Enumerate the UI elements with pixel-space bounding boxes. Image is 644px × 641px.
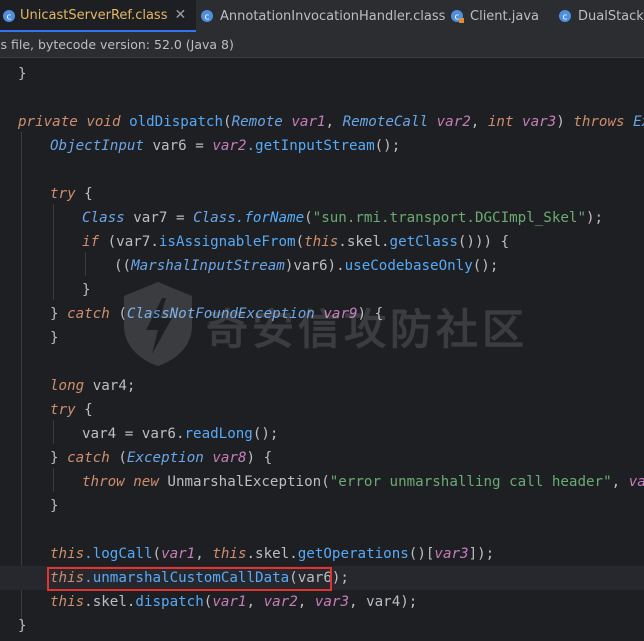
tab-unicastserverref[interactable]: c UnicastServerRef.class ✕	[0, 0, 196, 32]
svg-text:c: c	[455, 13, 460, 23]
code-line: long var4;	[50, 378, 136, 394]
code-line: } catch (ClassNotFoundException var9) {	[50, 306, 384, 322]
class-file-icon: c	[559, 10, 571, 23]
tab-label: Client.java	[470, 8, 540, 24]
code-line: try {	[50, 402, 93, 418]
tab-dualstack[interactable]: c DualStackPl	[558, 0, 644, 32]
code-editor[interactable]: } private void oldDispatch(Remote var1, …	[0, 58, 644, 641]
code-line: throw new UnmarshalException("error unma…	[82, 474, 644, 490]
code-line: }	[82, 282, 91, 298]
tab-label: AnnotationInvocationHandler.class	[220, 8, 446, 24]
code-line: Class var7 = Class.forName("sun.rmi.tran…	[82, 210, 604, 226]
class-file-icon: c	[3, 10, 15, 23]
code-line: }	[18, 618, 27, 634]
decompiled-file-info-bar: ss file, bytecode version: 52.0 (Java 8)	[0, 32, 644, 58]
java-class-icon: c	[451, 10, 464, 23]
svg-text:c: c	[205, 13, 210, 23]
code-line: } catch (Exception var8) {	[50, 450, 273, 466]
tab-label: DualStackPl	[578, 8, 644, 24]
code-line: ((MarshalInputStream)var6).useCodebaseOn…	[114, 258, 499, 274]
svg-text:c: c	[563, 13, 568, 23]
code-line: private void oldDispatch(Remote var1, Re…	[18, 114, 644, 130]
code-line: if (var7.isAssignableFrom(this.skel.getC…	[82, 234, 510, 250]
code-line: var4 = var6.readLong();	[82, 426, 279, 442]
code-line: this.skel.dispatch(var1, var2, var3, var…	[50, 594, 418, 610]
tab-label: UnicastServerRef.class	[20, 7, 168, 23]
bytecode-version-text: ss file, bytecode version: 52.0 (Java 8)	[0, 37, 234, 52]
class-file-icon: c	[201, 10, 213, 23]
editor-tab-bar: c UnicastServerRef.class ✕ c AnnotationI…	[0, 0, 644, 33]
highlight-annotation-box	[47, 567, 332, 591]
code-line: this.logCall(var1, this.skel.getOperatio…	[50, 546, 495, 562]
tab-annotationinvocationhandler[interactable]: c AnnotationInvocationHandler.class	[200, 0, 445, 32]
code-line: ObjectInput var6 = var2.getInputStream()…	[50, 138, 401, 154]
code-line: }	[50, 498, 59, 514]
close-icon[interactable]: ✕	[174, 7, 186, 23]
code-line: }	[18, 66, 27, 82]
tab-client-java[interactable]: c Client.java	[450, 0, 539, 32]
code-line: }	[50, 330, 59, 346]
code-line: try {	[50, 186, 93, 202]
svg-text:c: c	[7, 13, 12, 23]
